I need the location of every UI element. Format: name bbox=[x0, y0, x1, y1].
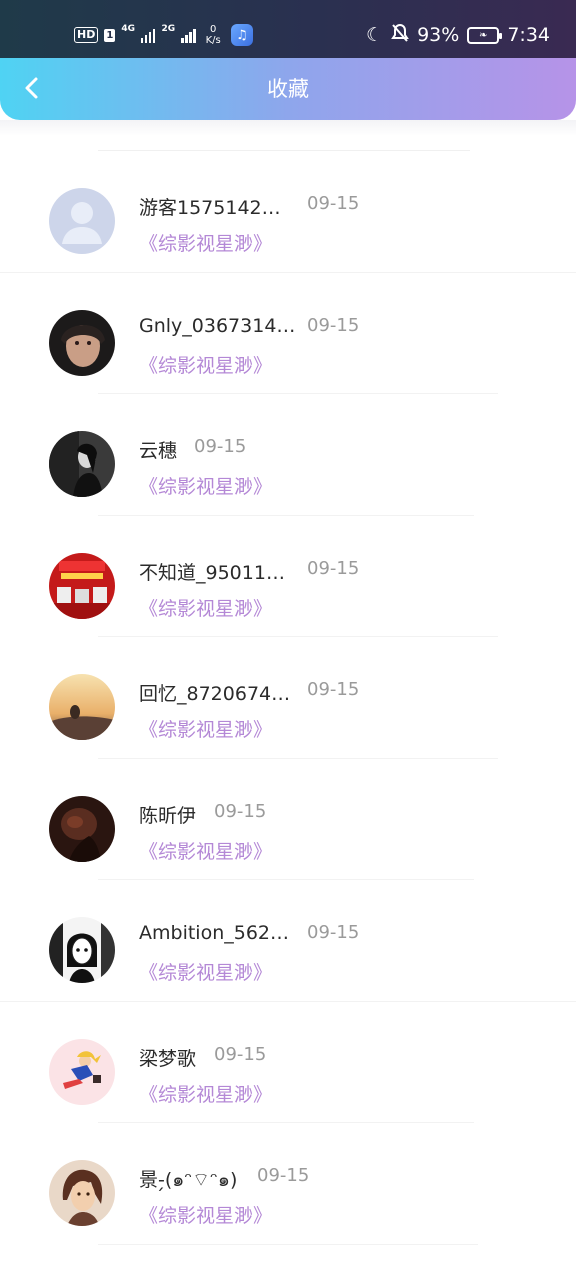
music-app-icon: ♫ bbox=[230, 24, 253, 46]
photo-avatar bbox=[49, 674, 115, 740]
sim-badge: 1 bbox=[104, 28, 116, 42]
list-item[interactable]: 景-̗(๑ᵔ⌔ᵔ๑) 09-15 《综影视星渺》 bbox=[0, 1123, 576, 1245]
date: 09-15 bbox=[194, 436, 247, 457]
avatar[interactable] bbox=[49, 674, 115, 740]
status-left: HD 1 4G 2G 0 K/s ♫ bbox=[74, 20, 253, 50]
mute-bell-icon bbox=[391, 23, 409, 48]
photo-avatar bbox=[49, 795, 115, 862]
work-title[interactable]: 《综影视星渺》 bbox=[139, 1201, 272, 1228]
network-type-1: 4G bbox=[121, 24, 135, 34]
user-name: Gnly_0367314… bbox=[139, 314, 296, 337]
battery-icon: ❧ bbox=[467, 26, 503, 44]
moon-icon: ☾ bbox=[366, 24, 384, 46]
list-item[interactable]: 陈昕伊 09-15 《综影视星渺》 bbox=[0, 759, 576, 880]
list-item[interactable]: 游客1575142… 09-15 《综影视星渺》 bbox=[0, 151, 576, 273]
status-right: ☾ 93% ❧ 7:34 bbox=[366, 20, 550, 50]
anime-avatar bbox=[49, 1160, 115, 1226]
photo-avatar bbox=[49, 431, 115, 497]
user-name: 不知道_95011… bbox=[139, 561, 285, 584]
user-name: 陈昕伊 bbox=[139, 804, 197, 827]
user-name: 景-̗(๑ᵔ⌔ᵔ๑) bbox=[139, 1169, 238, 1191]
date: 09-15 bbox=[307, 557, 360, 579]
speed-value: 0 bbox=[210, 24, 217, 35]
list-item[interactable]: Gnly_0367314… 09-15 《综影视星渺》 bbox=[0, 273, 576, 394]
date: 09-15 bbox=[307, 679, 360, 700]
work-title[interactable]: 《综影视星渺》 bbox=[139, 472, 272, 499]
work-title[interactable]: 《综影视星渺》 bbox=[139, 958, 272, 985]
work-title[interactable]: 《综影视星渺》 bbox=[139, 594, 272, 621]
anime-avatar bbox=[49, 1038, 115, 1105]
avatar[interactable] bbox=[49, 1038, 115, 1105]
header-shadow bbox=[0, 120, 576, 136]
list-item[interactable]: 梁梦歌 09-15 《综影视星渺》 bbox=[0, 1002, 576, 1123]
avatar[interactable] bbox=[49, 1160, 115, 1226]
avatar[interactable] bbox=[49, 309, 115, 376]
clock: 7:34 bbox=[507, 24, 550, 46]
date: 09-15 bbox=[214, 1043, 267, 1065]
speed-unit: K/s bbox=[205, 35, 221, 46]
date: 09-15 bbox=[214, 800, 267, 822]
work-title[interactable]: 《综影视星渺》 bbox=[139, 351, 272, 378]
work-title[interactable]: 《综影视星渺》 bbox=[139, 837, 272, 864]
avatar[interactable] bbox=[49, 795, 115, 862]
signal-icon bbox=[140, 27, 156, 43]
page-title: 收藏 bbox=[267, 77, 309, 101]
list-item[interactable]: 回忆_8720674… 09-15 《综影视星渺》 bbox=[0, 637, 576, 759]
header-bar: 收藏 bbox=[0, 58, 576, 120]
battery-percent: 93% bbox=[417, 24, 460, 46]
user-name: 游客1575142… bbox=[139, 197, 281, 219]
status-bar: HD 1 4G 2G 0 K/s ♫ ☾ 93% ❧ 7:34 bbox=[0, 0, 576, 58]
user-name: Ambition_562… bbox=[139, 922, 290, 944]
date: 09-15 bbox=[257, 1165, 310, 1186]
network-type-2: 2G bbox=[161, 24, 176, 34]
work-title[interactable]: 《综影视星渺》 bbox=[139, 1080, 272, 1107]
avatar[interactable] bbox=[49, 552, 115, 619]
avatar[interactable] bbox=[49, 431, 115, 497]
date: 09-15 bbox=[307, 922, 360, 943]
user-name: 云穗 bbox=[139, 440, 178, 462]
signal-icon-2 bbox=[181, 27, 196, 43]
default-avatar-icon bbox=[49, 188, 115, 254]
work-title[interactable]: 《综影视星渺》 bbox=[139, 715, 272, 742]
date: 09-15 bbox=[307, 314, 360, 336]
illustration-avatar bbox=[49, 917, 115, 983]
list-item[interactable]: 云穗 09-15 《综影视星渺》 bbox=[0, 394, 576, 516]
avatar[interactable] bbox=[49, 917, 115, 983]
divider bbox=[98, 1243, 478, 1245]
user-name: 回忆_8720674… bbox=[139, 683, 291, 705]
poster-avatar bbox=[49, 552, 115, 619]
network-speed: 0 K/s bbox=[206, 24, 221, 46]
work-title[interactable]: 《综影视星渺》 bbox=[139, 229, 272, 256]
avatar[interactable] bbox=[49, 188, 115, 254]
photo-avatar bbox=[49, 309, 115, 376]
hd-badge: HD bbox=[74, 27, 99, 43]
user-name: 梁梦歌 bbox=[139, 1047, 197, 1070]
date: 09-15 bbox=[307, 193, 360, 214]
list-item[interactable]: 不知道_95011… 09-15 《综影视星渺》 bbox=[0, 516, 576, 637]
list-item[interactable]: Ambition_562… 09-15 《综影视星渺》 bbox=[0, 880, 576, 1002]
favorites-list: 游客1575142… 09-15 《综影视星渺》 Gnly_0367314… 0… bbox=[0, 151, 576, 1245]
